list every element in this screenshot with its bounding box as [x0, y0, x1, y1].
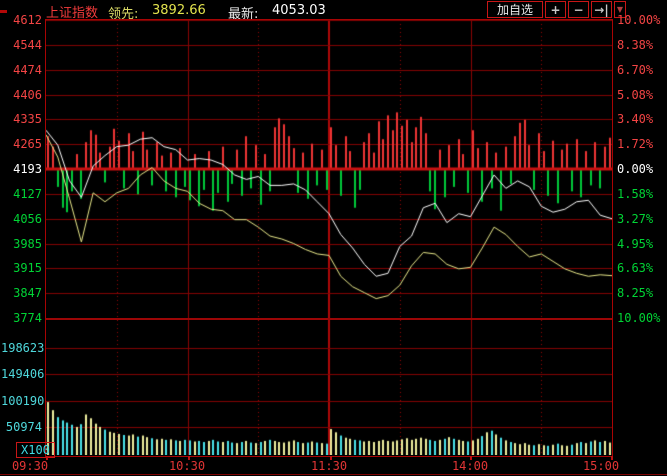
price-axis-label: 3847	[1, 286, 42, 300]
price-axis-label: 4474	[1, 63, 42, 77]
price-axis-label: 4127	[1, 187, 42, 201]
intraday-chart-app: 上证指数 领先: 3892.66 最新: 4053.03 加自选 + − →| …	[0, 0, 667, 476]
price-axis-label: 4406	[1, 88, 42, 102]
jump-to-latest-icon[interactable]: →|	[591, 1, 612, 18]
time-axis-label: 11:30	[311, 459, 347, 473]
pct-axis-label: 3.27%	[617, 212, 653, 226]
leading-value: 3892.66	[152, 3, 206, 18]
main-chart-canvas[interactable]	[46, 20, 612, 318]
pct-axis-label: 10.00%	[617, 13, 660, 27]
zoom-in-button[interactable]: +	[545, 1, 566, 18]
price-axis-label: 4544	[1, 38, 42, 52]
price-axis-label: 3985	[1, 237, 42, 251]
window-bottom-border	[0, 474, 667, 475]
volume-axis-label: 198623	[1, 341, 42, 355]
time-axis-label: 14:00	[452, 459, 488, 473]
toolbar-buttons: 加自选 + − →| ▼	[487, 1, 626, 18]
time-axis-label: 15:00	[583, 459, 619, 473]
time-axis-tick	[330, 456, 332, 460]
zoom-out-button[interactable]: −	[568, 1, 589, 18]
price-axis-label: 4335	[1, 112, 42, 126]
volume-axis-label: 100190	[1, 394, 42, 408]
pct-axis-label: 8.25%	[617, 286, 653, 300]
volume-chart-canvas[interactable]	[46, 320, 612, 455]
plot-frame	[45, 19, 613, 457]
pct-axis-label: 0.00%	[617, 162, 653, 176]
price-axis-label: 4265	[1, 137, 42, 151]
price-axis-label: 3774	[1, 311, 42, 325]
pct-axis-label: 6.63%	[617, 261, 653, 275]
pct-axis-label: 4.95%	[617, 237, 653, 251]
volume-unit-badge: X100	[16, 442, 55, 458]
pct-axis-label: 5.08%	[617, 88, 653, 102]
time-axis-tick	[188, 456, 190, 460]
time-axis-label: 09:30	[12, 459, 48, 473]
pct-axis-label: 10.00%	[617, 311, 660, 325]
pct-axis-label: 8.38%	[617, 38, 653, 52]
price-axis-label: 4056	[1, 212, 42, 226]
pct-axis-label: 1.58%	[617, 187, 653, 201]
time-axis-tick	[611, 456, 613, 460]
add-watchlist-button[interactable]: 加自选	[487, 1, 543, 18]
pct-axis-label: 3.40%	[617, 112, 653, 126]
price-axis-label: 4193	[1, 162, 42, 176]
price-axis-label: 4612	[1, 13, 42, 27]
time-axis-tick	[470, 456, 472, 460]
latest-value: 4053.03	[272, 3, 326, 18]
pct-axis-label: 6.70%	[617, 63, 653, 77]
time-axis-tick	[46, 456, 48, 460]
pct-axis-label: 1.72%	[617, 137, 653, 151]
volume-axis-label: 50974	[1, 420, 42, 434]
volume-axis-label: 149406	[1, 367, 42, 381]
price-axis-label: 3915	[1, 261, 42, 275]
title-bar: 上证指数 领先: 3892.66 最新: 4053.03 加自选 + − →| …	[0, 0, 667, 19]
time-axis-label: 10:30	[169, 459, 205, 473]
